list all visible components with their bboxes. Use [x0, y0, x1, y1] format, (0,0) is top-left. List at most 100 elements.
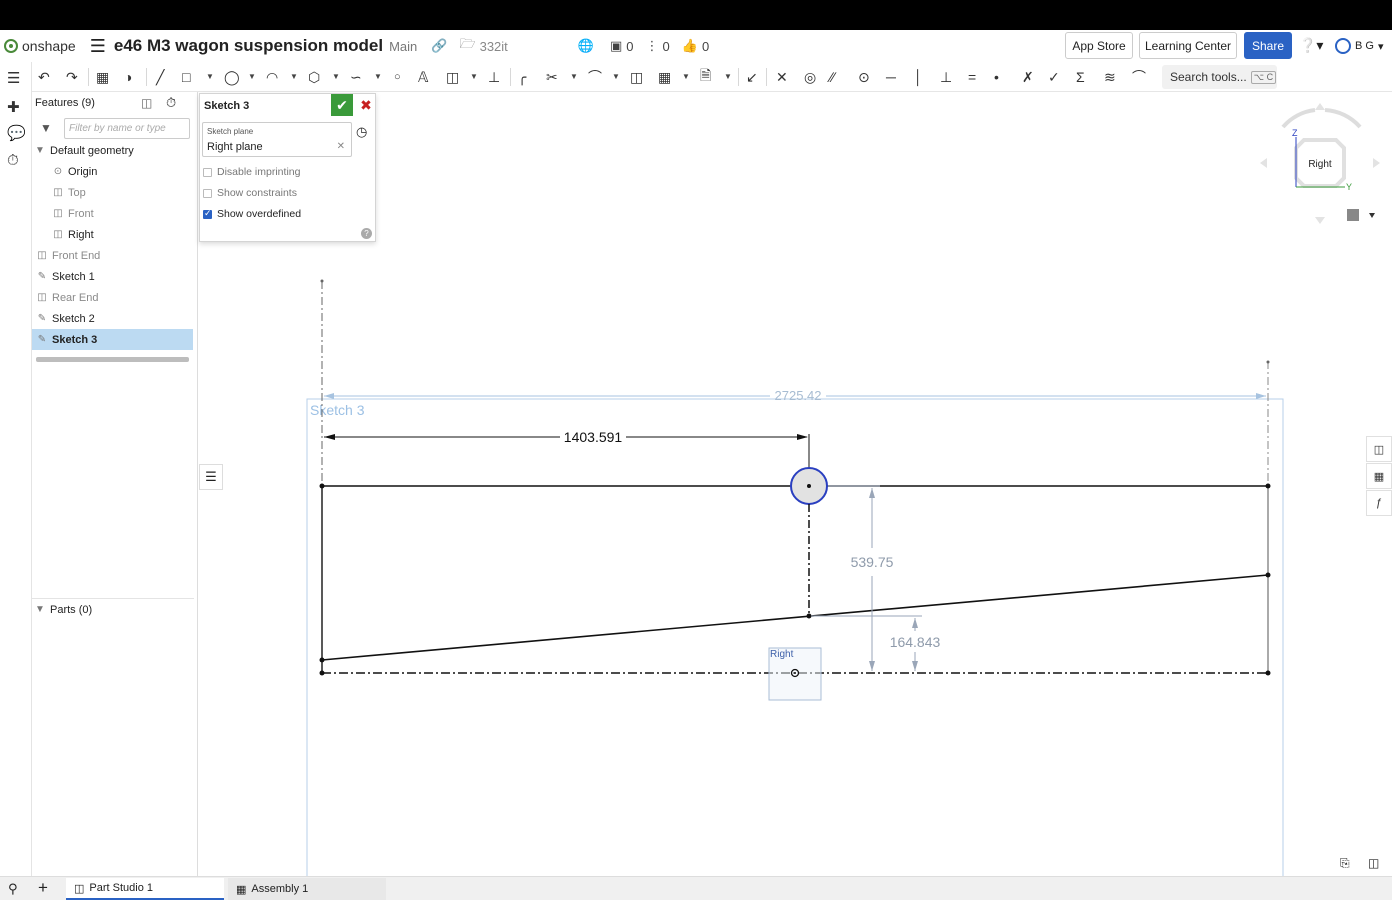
view-right-arrow[interactable]	[1373, 158, 1380, 168]
sketch-list-toggle[interactable]: ☰	[199, 464, 223, 490]
sloped-line[interactable]	[321, 574, 1269, 661]
mirror-tool-icon[interactable]: ◫	[630, 68, 643, 86]
cancel-button[interactable]: ✖	[355, 94, 377, 116]
like-button[interactable]: 👍 0	[682, 38, 709, 54]
rectangle-tool-icon[interactable]: □	[182, 68, 190, 86]
show-overdefined-checkbox[interactable]: Show overdefined	[203, 207, 373, 221]
perpendicular-icon[interactable]: ⊥	[940, 68, 952, 86]
tab-part-studio-1[interactable]: ◫ Part Studio 1	[66, 878, 224, 900]
tree-item-sketch-2[interactable]: ✎ Sketch 2	[32, 308, 198, 329]
pattern-tool-icon[interactable]: ▦	[658, 68, 671, 86]
globe-icon[interactable]: 🌐	[578, 38, 594, 54]
view-down-arrow[interactable]	[1315, 217, 1325, 224]
endpoint-marker[interactable]	[319, 483, 325, 489]
chevron-down-icon[interactable]: ▼	[248, 72, 256, 81]
sketch-plane-field[interactable]: Sketch plane Right plane ✕	[202, 122, 352, 157]
clock-icon[interactable]: ◷	[356, 124, 367, 140]
chevron-down-icon[interactable]: ▼	[612, 72, 620, 81]
learning-center-button[interactable]: Learning Center	[1139, 32, 1237, 59]
default-geometry-group[interactable]: ▼ Default geometry	[32, 140, 198, 161]
feature-list-icon[interactable]: ☰	[7, 69, 20, 87]
normal-icon[interactable]: ✗	[1022, 68, 1034, 86]
offset-tool-icon[interactable]: ⌒	[588, 68, 602, 86]
chevron-down-icon[interactable]: ▼	[682, 72, 690, 81]
onshape-logo[interactable]: onshape	[4, 38, 76, 54]
parallel-icon[interactable]: ∕∕	[830, 68, 835, 86]
endpoint-marker[interactable]	[1265, 572, 1271, 578]
curvature-icon[interactable]: ⌒	[1132, 68, 1146, 86]
fullscreen-icon[interactable]: ◫	[1368, 856, 1379, 870]
midpoint-icon[interactable]: •	[994, 68, 999, 86]
point-tool-icon[interactable]: ○	[394, 68, 401, 86]
tree-item-sketch-3[interactable]: ✎ Sketch 3	[32, 329, 193, 350]
line-tool-icon[interactable]: ╱	[156, 68, 164, 86]
tree-item-origin[interactable]: ⊙ Origin	[32, 161, 198, 182]
tree-item-front[interactable]: ◫ Front	[32, 203, 198, 224]
branches-button[interactable]: ⋮ 0	[646, 38, 670, 54]
comments-icon[interactable]: 💬	[7, 124, 26, 142]
link-icon[interactable]: 🔗	[431, 38, 447, 54]
rollback-bar[interactable]	[36, 357, 189, 362]
construction-icon[interactable]: ◫	[446, 68, 459, 86]
view-options-cube-icon[interactable]	[1347, 209, 1359, 221]
coincident-icon[interactable]: ✕	[776, 68, 788, 86]
chevron-down-icon[interactable]: ▼	[374, 72, 382, 81]
feature-filter-input[interactable]: Filter by name or type	[64, 118, 190, 139]
trim-tool-icon[interactable]: ✂	[546, 68, 558, 86]
equal-icon[interactable]: =	[968, 68, 976, 86]
dimension-tool-icon[interactable]: ↙	[746, 68, 758, 86]
redo-icon[interactable]: ↷	[66, 68, 78, 86]
history-icon[interactable]: ⏱	[7, 152, 19, 169]
part-studio-icon[interactable]: ▦	[96, 68, 109, 86]
circle-center-marker[interactable]	[807, 484, 811, 488]
endpoint-marker[interactable]	[1265, 483, 1271, 489]
measure-icon[interactable]: ⎘	[1340, 856, 1350, 871]
insert-icon[interactable]: ✚	[7, 98, 20, 116]
tree-item-right[interactable]: ◫ Right	[32, 224, 198, 245]
concentric-icon[interactable]: ◎	[804, 68, 816, 86]
app-store-button[interactable]: App Store	[1065, 32, 1133, 59]
tangent-icon[interactable]: ⊙	[858, 68, 870, 86]
graphics-viewport[interactable]: Sketch 3 2725.42 1403.591 539.75 164.843…	[199, 92, 1392, 876]
help-icon[interactable]: ❔▾	[1299, 37, 1323, 54]
tree-item-front-end[interactable]: ◫ Front End	[32, 245, 198, 266]
tree-item-rear-end[interactable]: ◫ Rear End	[32, 287, 198, 308]
view-left-arrow[interactable]	[1260, 158, 1267, 168]
accept-button[interactable]: ✔	[331, 94, 353, 116]
arc-tool-icon[interactable]: ◠	[266, 68, 278, 86]
fillet-tool-icon[interactable]: ╭	[518, 68, 526, 86]
help-icon[interactable]: ?	[361, 228, 372, 239]
vertical-icon[interactable]: │	[914, 68, 923, 86]
view-rotate-arc[interactable]	[1281, 108, 1316, 129]
chevron-down-icon[interactable]: ▼	[470, 72, 478, 81]
disable-imprinting-checkbox[interactable]: Disable imprinting	[203, 165, 373, 179]
vertical-dimension-a[interactable]: 539.75	[851, 554, 894, 570]
branch-label[interactable]: Main	[389, 39, 417, 54]
chevron-down-icon[interactable]: ▼	[724, 72, 732, 81]
chevron-down-icon[interactable]	[1369, 213, 1375, 218]
appearance-panel-button[interactable]: ◫	[1366, 436, 1392, 462]
workspace-folder[interactable]: 🗁 332it	[459, 35, 507, 57]
chevron-down-icon[interactable]: ▼	[206, 72, 214, 81]
chevron-down-icon[interactable]: ▼	[570, 72, 578, 81]
endpoint-marker[interactable]	[320, 279, 324, 283]
tree-item-sketch-1[interactable]: ✎ Sketch 1	[32, 266, 198, 287]
vertical-dimension-b[interactable]: 164.843	[890, 634, 941, 650]
search-tools-input[interactable]: Search tools... ⌥ C	[1162, 65, 1277, 89]
overall-dimension[interactable]: 2725.42	[775, 388, 822, 403]
endpoint-marker[interactable]	[319, 670, 325, 676]
chevron-down-icon[interactable]: ▼	[332, 72, 340, 81]
symmetric-icon[interactable]: Σ	[1076, 68, 1085, 86]
text-tool-icon[interactable]: 𝔸	[418, 68, 428, 86]
clear-icon[interactable]: ✕	[337, 141, 345, 152]
chevron-down-icon[interactable]: ▼	[290, 72, 298, 81]
tab-manager-icon[interactable]: ⚲	[8, 881, 18, 897]
user-menu[interactable]: B G ▾	[1335, 38, 1383, 54]
variables-panel-button[interactable]: ƒ	[1366, 490, 1392, 516]
dxf-import-icon[interactable]: 🗎	[700, 67, 711, 86]
horizontal-icon[interactable]: ─	[886, 68, 896, 86]
undo-icon[interactable]: ↶	[38, 68, 50, 86]
endpoint-marker[interactable]	[1265, 670, 1271, 676]
spline-tool-icon[interactable]: ∽	[350, 68, 362, 86]
add-tab-icon[interactable]: +	[38, 878, 48, 898]
